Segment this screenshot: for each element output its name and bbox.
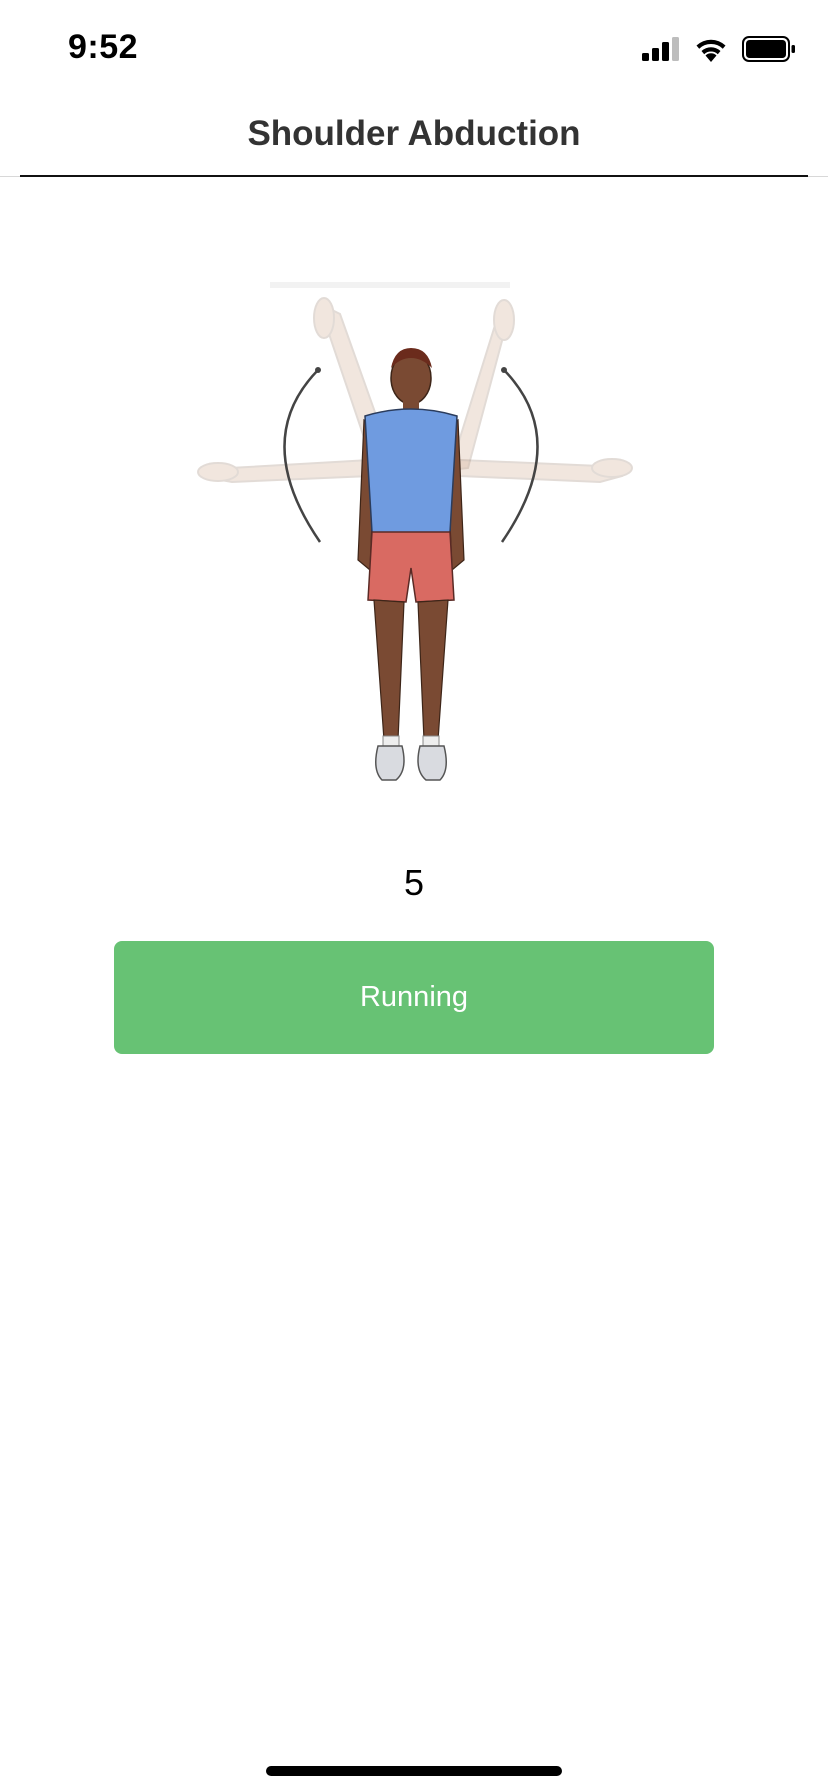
shoulder-abduction-illustration — [197, 282, 633, 781]
exercise-screen: 9:52 Shoulder Abduction 5 Running — [0, 0, 828, 1792]
status-bar: 9:52 — [0, 0, 828, 96]
nav-header: Shoulder Abduction — [0, 96, 828, 177]
status-icons — [642, 36, 796, 62]
cellular-signal-icon — [642, 37, 679, 61]
home-indicator[interactable] — [266, 1766, 562, 1776]
battery-icon — [742, 36, 795, 62]
status-time: 9:52 — [68, 28, 139, 66]
wifi-icon — [696, 39, 726, 62]
page-title: Shoulder Abduction — [247, 114, 581, 153]
running-button[interactable]: Running — [114, 941, 714, 1054]
title-divider — [20, 175, 808, 177]
rep-counter: 5 — [403, 862, 425, 903]
